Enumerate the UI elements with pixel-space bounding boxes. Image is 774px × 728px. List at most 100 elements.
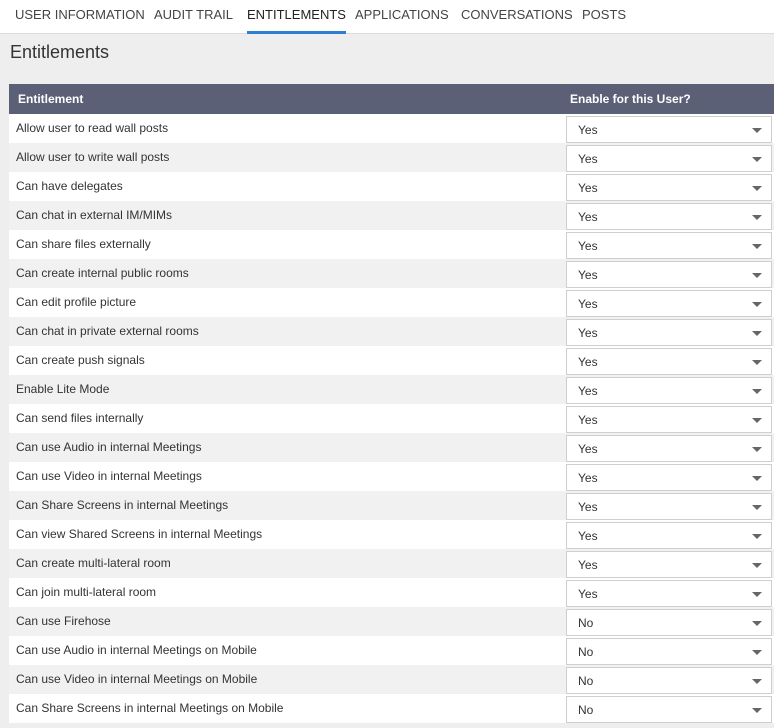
- table-row: Can create internal public rooms Yes: [9, 259, 774, 288]
- table-row: Can use Video in internal Meetings Yes: [9, 462, 774, 491]
- table-row: Can Share Screens in internal Meetings Ye…: [9, 491, 774, 520]
- entitlement-label: Allow user to write wall posts: [16, 150, 170, 164]
- table-row: Can use Video in internal Meetings on Mo…: [9, 665, 774, 694]
- entitlement-label: Can send files internally: [16, 411, 144, 425]
- chevron-down-icon: [752, 505, 762, 510]
- tab-posts[interactable]: POSTS: [582, 0, 626, 34]
- chevron-down-icon: [752, 331, 762, 336]
- table-row: Can share files externally Yes: [9, 230, 774, 259]
- entitlement-label: Can use Audio in internal Meetings on Mo…: [16, 643, 257, 657]
- tab-audit-trail[interactable]: AUDIT TRAIL: [154, 0, 233, 34]
- table-row: Can create multi-lateral room Yes: [9, 549, 774, 578]
- enable-select-value: Yes: [578, 152, 598, 166]
- chevron-down-icon: [752, 708, 762, 713]
- chevron-down-icon: [752, 302, 762, 307]
- enable-select-value: Yes: [578, 413, 598, 427]
- enable-select[interactable]: Yes: [566, 145, 772, 172]
- enable-select-value: Yes: [578, 210, 598, 224]
- entitlements-table: Allow user to read wall posts Yes Allow us…: [9, 114, 774, 723]
- entitlement-label: Can chat in private external rooms: [16, 324, 199, 338]
- table-row: Allow user to write wall posts Yes: [9, 143, 774, 172]
- chevron-down-icon: [752, 534, 762, 539]
- enable-select-value: Yes: [578, 268, 598, 282]
- table-row: Can edit profile picture Yes: [9, 288, 774, 317]
- chevron-down-icon: [752, 244, 762, 249]
- chevron-down-icon: [752, 186, 762, 191]
- table-row: Can create push signals Yes: [9, 346, 774, 375]
- enable-select[interactable]: Yes: [566, 580, 772, 607]
- enable-select[interactable]: Yes: [566, 551, 772, 578]
- enable-select-value: No: [578, 703, 594, 717]
- entitlement-label: Can create push signals: [16, 353, 145, 367]
- chevron-down-icon: [752, 447, 762, 452]
- enable-select-value: Yes: [578, 355, 598, 369]
- enable-select[interactable]: Yes: [566, 319, 772, 346]
- tab-entitlements[interactable]: ENTITLEMENTS: [247, 0, 346, 34]
- enable-select-value: Yes: [578, 442, 598, 456]
- entitlement-label: Allow user to read wall posts: [16, 121, 169, 135]
- chevron-down-icon: [752, 128, 762, 133]
- table-row: Can Share Screens in internal Meetings o…: [9, 694, 774, 723]
- entitlement-label: Can use Video in internal Meetings on Mo…: [16, 672, 258, 686]
- enable-select[interactable]: Yes: [566, 406, 772, 433]
- enable-select-value: Yes: [578, 123, 598, 137]
- enable-select[interactable]: Yes: [566, 290, 772, 317]
- enable-select[interactable]: No: [566, 667, 772, 694]
- table-row: Can use Firehose No: [9, 607, 774, 636]
- table-row: Can chat in private external rooms Yes: [9, 317, 774, 346]
- table-row: Can join multi-lateral room Yes: [9, 578, 774, 607]
- enable-select-value: No: [578, 674, 594, 688]
- entitlement-label: Can use Audio in internal Meetings: [16, 440, 202, 454]
- enable-select-value: Yes: [578, 500, 598, 514]
- tab-user-information[interactable]: USER INFORMATION: [15, 0, 145, 34]
- enable-select-value: Yes: [578, 297, 598, 311]
- enable-select[interactable]: Yes: [566, 377, 772, 404]
- enable-select[interactable]: Yes: [566, 348, 772, 375]
- enable-select[interactable]: Yes: [566, 174, 772, 201]
- chevron-down-icon: [752, 592, 762, 597]
- table-header: Entitlement Enable for this User?: [9, 84, 774, 114]
- entitlement-label: Can create internal public rooms: [16, 266, 189, 280]
- chevron-down-icon: [752, 157, 762, 162]
- enable-select[interactable]: No: [566, 638, 772, 665]
- chevron-down-icon: [752, 679, 762, 684]
- table-row: Can send files internally Yes: [9, 404, 774, 433]
- table-row: Can use Audio in internal Meetings Yes: [9, 433, 774, 462]
- enable-select[interactable]: Yes: [566, 203, 772, 230]
- enable-select[interactable]: Yes: [566, 261, 772, 288]
- chevron-down-icon: [752, 650, 762, 655]
- enable-select[interactable]: Yes: [566, 522, 772, 549]
- chevron-down-icon: [752, 476, 762, 481]
- enable-select-value: Yes: [578, 471, 598, 485]
- chevron-down-icon: [752, 273, 762, 278]
- tab-applications[interactable]: APPLICATIONS: [355, 0, 449, 34]
- entitlement-label: Can Share Screens in internal Meetings o…: [16, 701, 284, 715]
- entitlement-label: Can share files externally: [16, 237, 151, 251]
- enable-select[interactable]: Yes: [566, 116, 772, 143]
- column-header-enable: Enable for this User?: [570, 92, 691, 106]
- tab-conversations[interactable]: CONVERSATIONS: [461, 0, 573, 34]
- enable-select-value: Yes: [578, 529, 598, 543]
- enable-select[interactable]: Yes: [566, 493, 772, 520]
- chevron-down-icon: [752, 389, 762, 394]
- table-row: Can chat in external IM/MIMs Yes: [9, 201, 774, 230]
- enable-select-value: Yes: [578, 326, 598, 340]
- table-row: Can have delegates Yes: [9, 172, 774, 201]
- enable-select-value: Yes: [578, 181, 598, 195]
- table-row: Enable Lite Mode Yes: [9, 375, 774, 404]
- entitlement-label: Can Share Screens in internal Meetings: [16, 498, 229, 512]
- enable-select[interactable]: Yes: [566, 435, 772, 462]
- entitlement-label: Can have delegates: [16, 179, 123, 193]
- enable-select-value: Yes: [578, 558, 598, 572]
- column-header-entitlement: Entitlement: [18, 92, 84, 106]
- tab-bar: USER INFORMATION AUDIT TRAIL ENTITLEMENT…: [0, 0, 774, 34]
- enable-select[interactable]: Yes: [566, 464, 772, 491]
- enable-select[interactable]: No: [566, 696, 772, 723]
- enable-select-value: Yes: [578, 587, 598, 601]
- entitlement-label: Can use Firehose: [16, 614, 111, 628]
- entitlement-label: Can create multi-lateral room: [16, 556, 171, 570]
- enable-select[interactable]: Yes: [566, 232, 772, 259]
- entitlement-label: Enable Lite Mode: [16, 382, 110, 396]
- enable-select[interactable]: No: [566, 609, 772, 636]
- table-row: Can view Shared Screens in internal Meet…: [9, 520, 774, 549]
